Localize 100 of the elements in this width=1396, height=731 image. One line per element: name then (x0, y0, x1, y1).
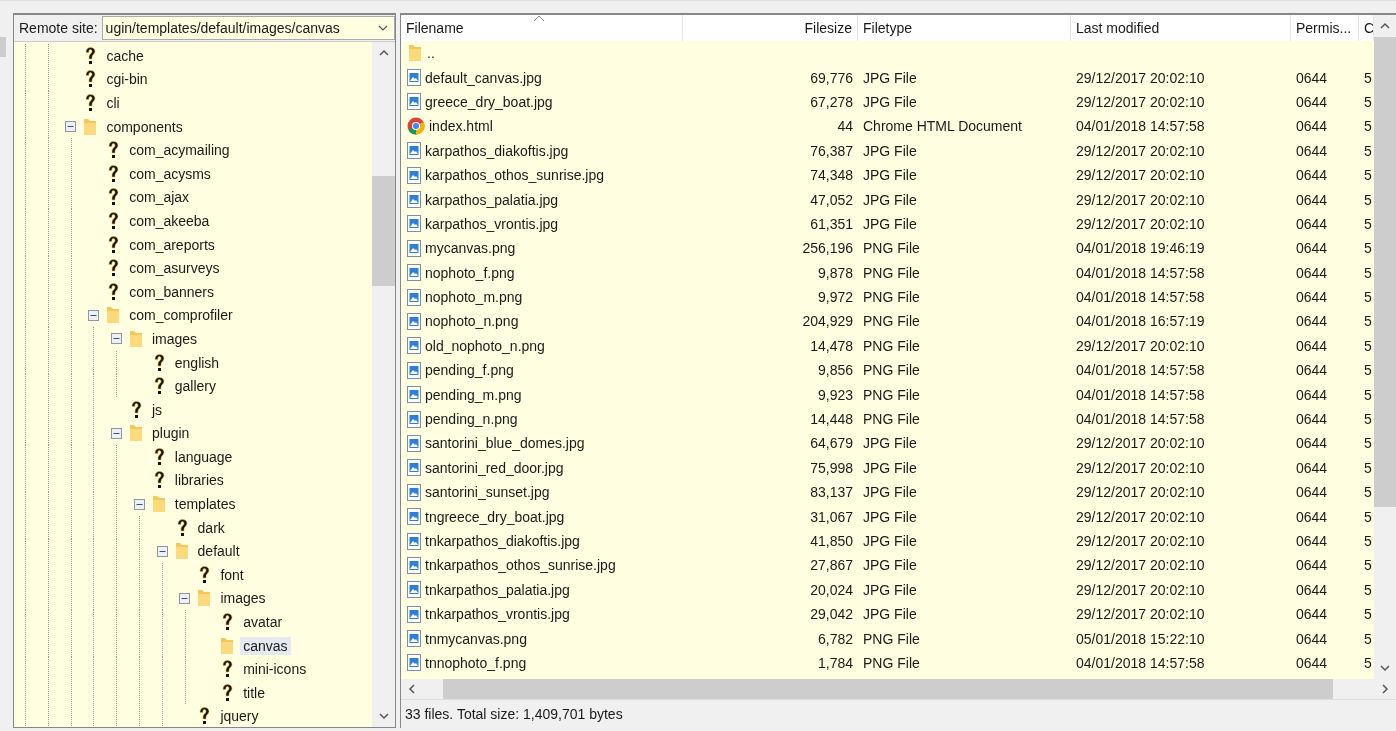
file-name[interactable]: santorini_red_door.jpg (425, 459, 564, 476)
folder-icon (173, 541, 190, 562)
image-file-icon (407, 191, 421, 209)
tree-item[interactable]: avatar (240, 613, 286, 632)
collapse-toggle[interactable] (111, 427, 123, 439)
remote-path-combobox[interactable]: ugin/templates/default/images/canvas (101, 16, 395, 40)
table-cell-text: 5 (1363, 289, 1373, 306)
file-name[interactable]: karpathos_othos_sunrise.jpg (425, 167, 604, 184)
question-mark-icon (196, 706, 213, 727)
table-cell-text: 64,679 (809, 435, 854, 452)
table-cell-text: 20,024 (809, 581, 854, 598)
tree-item[interactable]: com_ajax (126, 188, 193, 207)
file-name[interactable]: karpathos_palatia.jpg (425, 191, 559, 208)
scrollbar-thumb[interactable] (443, 679, 1333, 699)
image-file-icon (407, 434, 421, 452)
table-cell-text: 31,067 (809, 508, 854, 525)
file-name[interactable]: santorini_sunset.jpg (425, 484, 550, 501)
tree-item[interactable]: jquery (217, 707, 262, 726)
file-name[interactable]: tnnophoto_f.png (425, 654, 527, 671)
tree-item[interactable]: default (194, 542, 243, 561)
table-cell-text: 5 (1363, 93, 1373, 110)
table-cell-text: 5 (1363, 264, 1373, 281)
file-name[interactable]: .. (427, 45, 435, 62)
collapse-toggle[interactable] (179, 592, 191, 604)
scrollbar-thumb[interactable] (0, 37, 6, 57)
scrollbar-thumb[interactable] (1374, 37, 1396, 507)
tree-item[interactable]: templates (171, 495, 239, 514)
image-file-icon (407, 361, 421, 379)
question-mark-icon (105, 281, 122, 302)
table-cell-text: 29/12/2017 20:02:10 (1075, 581, 1206, 598)
file-name[interactable]: nophoto_n.png (425, 313, 519, 330)
question-mark-icon (128, 399, 144, 420)
tree-item[interactable]: images (149, 329, 201, 348)
table-cell-text: 29/12/2017 20:02:10 (1075, 69, 1206, 86)
table-cell-text: 0644 (1295, 508, 1329, 525)
tree-item[interactable]: images (217, 589, 269, 608)
tree-item[interactable]: title (240, 683, 268, 702)
tree-item[interactable]: com_acymailing (126, 141, 233, 160)
file-name[interactable]: pending_n.png (425, 411, 518, 428)
file-name[interactable]: index.html (429, 118, 493, 135)
tree-item[interactable]: libraries (171, 471, 227, 490)
tree-item[interactable]: com_asurveys (126, 259, 223, 278)
collapse-toggle[interactable] (88, 309, 100, 321)
tree-item[interactable]: com_comprofiler (126, 306, 236, 325)
table-cell-text: 29/12/2017 20:02:10 (1075, 557, 1206, 574)
collapse-toggle[interactable] (156, 545, 168, 557)
file-name[interactable]: tnkarpathos_palatia.jpg (425, 581, 570, 598)
file-name[interactable]: santorini_blue_domes.jpg (425, 435, 585, 452)
tree-item[interactable]: cgi-bin (103, 70, 151, 89)
file-name[interactable]: nophoto_f.png (425, 264, 515, 281)
table-cell-text: JPG File (862, 93, 918, 110)
collapse-toggle[interactable] (111, 333, 123, 345)
tree-item[interactable]: com_areports (126, 235, 218, 254)
table-cell-text: 29/12/2017 20:02:10 (1075, 435, 1206, 452)
file-name[interactable]: nophoto_m.png (425, 289, 523, 306)
table-cell-text: 5 (1363, 386, 1373, 403)
file-name[interactable]: karpathos_vrontis.jpg (425, 215, 559, 232)
image-file-icon (407, 93, 421, 111)
tree-item[interactable]: font (217, 565, 247, 584)
table-cell-text: 0644 (1295, 167, 1329, 184)
table-cell-text: JPG File (862, 167, 918, 184)
table-cell-text: 0644 (1295, 606, 1329, 623)
file-name[interactable]: tnkarpathos_othos_sunrise.jpg (425, 557, 616, 574)
tree-item[interactable]: english (171, 353, 223, 372)
tree-item[interactable]: cache (103, 46, 147, 65)
file-name[interactable]: pending_m.png (425, 386, 522, 403)
tree-item[interactable]: components (103, 117, 186, 136)
file-name[interactable]: karpathos_diakoftis.jpg (425, 142, 569, 159)
collapse-toggle[interactable] (65, 121, 77, 133)
table-cell-text: PNG File (862, 386, 921, 403)
tree-item[interactable]: cli (103, 94, 123, 112)
tree-item[interactable]: canvas (240, 636, 291, 655)
file-name[interactable]: greece_dry_boat.jpg (425, 93, 553, 110)
file-name[interactable]: tnmycanvas.png (425, 630, 527, 647)
table-cell-text: 29/12/2017 20:02:10 (1075, 484, 1206, 501)
scrollbar-thumb[interactable] (372, 176, 395, 286)
tree-item[interactable]: plugin (149, 424, 193, 443)
tree-item[interactable]: dark (194, 518, 228, 537)
table-cell-text: 0644 (1295, 411, 1329, 428)
question-mark-icon (105, 258, 122, 279)
file-name[interactable]: mycanvas.png (425, 240, 516, 257)
tree-item[interactable]: com_akeeba (126, 211, 213, 230)
file-name[interactable]: tnkarpathos_diakoftis.jpg (425, 533, 580, 549)
file-name[interactable]: pending_f.png (425, 362, 514, 379)
file-name[interactable]: tngreece_dry_boat.jpg (425, 508, 565, 525)
tree-item[interactable]: js (149, 400, 166, 419)
tree-item[interactable]: mini-icons (240, 660, 310, 679)
collapse-toggle[interactable] (133, 498, 145, 510)
tree-item[interactable]: language (171, 447, 236, 466)
table-cell-text: 29/12/2017 20:02:10 (1075, 167, 1206, 184)
table-cell-text: 0644 (1295, 313, 1329, 330)
file-name[interactable]: default_canvas.jpg (425, 69, 542, 86)
table-cell-text: 47,052 (809, 191, 854, 208)
table-cell-text: 6,782 (816, 630, 854, 647)
table-cell-text: JPG File (862, 69, 918, 86)
tree-item[interactable]: gallery (171, 377, 220, 396)
file-name[interactable]: old_nophoto_n.png (425, 337, 545, 354)
tree-item[interactable]: com_banners (126, 282, 217, 301)
tree-item[interactable]: com_acysms (126, 164, 214, 183)
file-name[interactable]: tnkarpathos_vrontis.jpg (425, 606, 570, 623)
